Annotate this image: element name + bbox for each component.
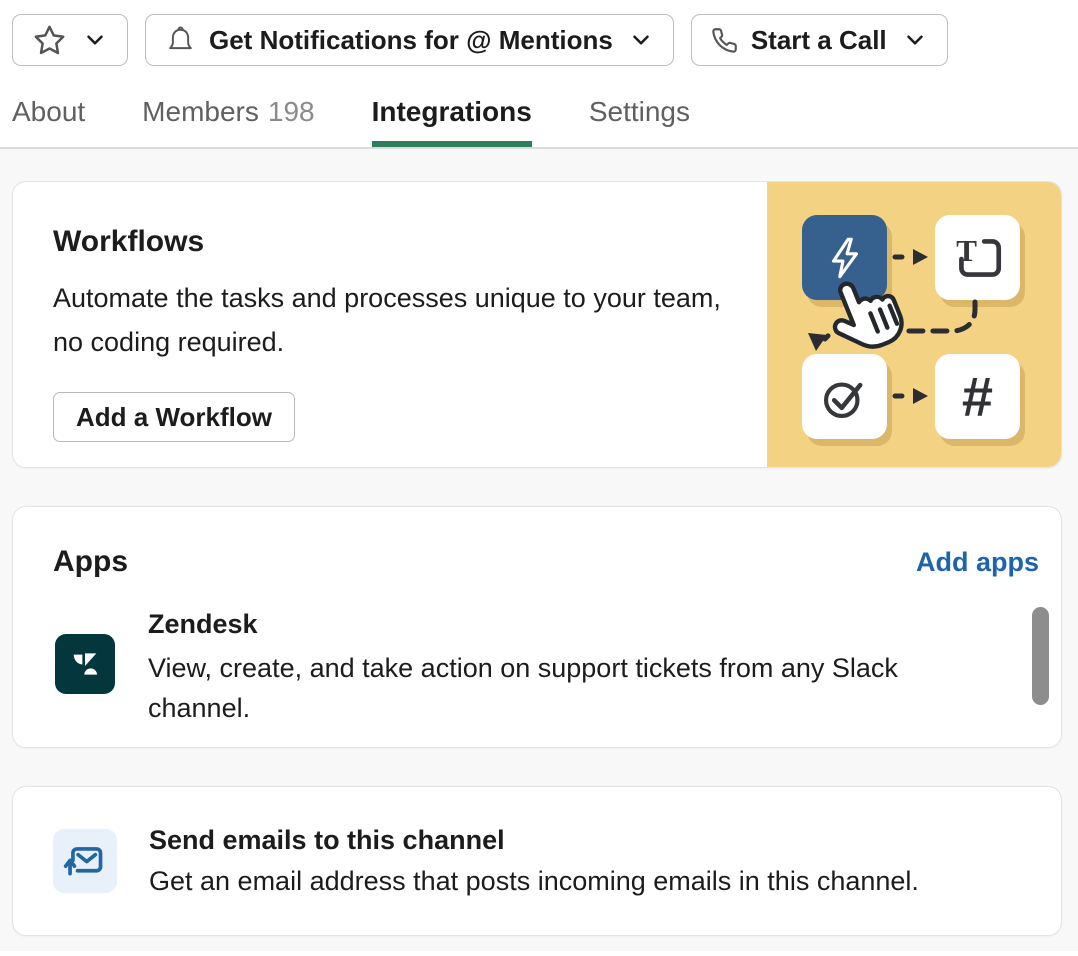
send-emails-card[interactable]: Send emails to this channel Get an email… (12, 786, 1062, 936)
cursor-hand-icon (822, 270, 918, 362)
workflows-illustration: T # (767, 182, 1061, 467)
add-apps-link[interactable]: Add apps (916, 547, 1039, 578)
notifications-button[interactable]: Get Notifications for @ Mentions (145, 14, 674, 66)
app-name: Zendesk (148, 609, 1003, 640)
tab-settings-label: Settings (589, 96, 690, 127)
channel-toolbar: Get Notifications for @ Mentions Start a… (0, 0, 1078, 66)
phone-icon (711, 27, 738, 54)
notifications-button-label: Get Notifications for @ Mentions (209, 25, 613, 56)
apps-title: Apps (53, 545, 128, 579)
tab-members-label: Members (142, 96, 259, 127)
scrollbar-thumb[interactable] (1032, 607, 1049, 705)
workflows-card-text: Workflows Automate the tasks and process… (13, 182, 733, 442)
chevron-down-icon (902, 27, 928, 53)
workflows-card: Workflows Automate the tasks and process… (12, 181, 1062, 468)
send-emails-title: Send emails to this channel (149, 825, 919, 856)
integrations-panel: Workflows Automate the tasks and process… (0, 149, 1078, 951)
tab-members[interactable]: Members 198 (142, 96, 314, 147)
zendesk-logo (55, 634, 115, 694)
app-description: View, create, and take action on support… (148, 648, 1003, 728)
incoming-email-icon (53, 829, 117, 893)
members-count: 198 (268, 96, 315, 127)
tab-integrations-label: Integrations (372, 96, 532, 127)
workflows-description: Automate the tasks and processes unique … (53, 276, 733, 364)
bell-icon (165, 25, 196, 56)
tab-settings[interactable]: Settings (589, 96, 690, 147)
tab-integrations[interactable]: Integrations (372, 96, 532, 147)
start-call-button-label: Start a Call (751, 25, 887, 56)
chevron-down-icon (82, 27, 108, 53)
workflows-title: Workflows (53, 225, 733, 259)
send-emails-description: Get an email address that posts incoming… (149, 866, 919, 897)
apps-card: Apps Add apps Zendesk View, create, a (12, 506, 1062, 748)
add-workflow-button[interactable]: Add a Workflow (53, 392, 295, 442)
channel-detail-tabs: About Members 198 Integrations Settings (0, 66, 1078, 149)
star-icon (32, 23, 67, 58)
start-call-button[interactable]: Start a Call (691, 14, 948, 66)
apps-list: Zendesk View, create, and take action on… (13, 609, 1061, 735)
chevron-down-icon (628, 27, 654, 53)
app-item-zendesk[interactable]: Zendesk View, create, and take action on… (55, 609, 1061, 728)
star-channel-button[interactable] (12, 14, 128, 66)
tab-about[interactable]: About (12, 96, 85, 147)
tab-about-label: About (12, 96, 85, 127)
